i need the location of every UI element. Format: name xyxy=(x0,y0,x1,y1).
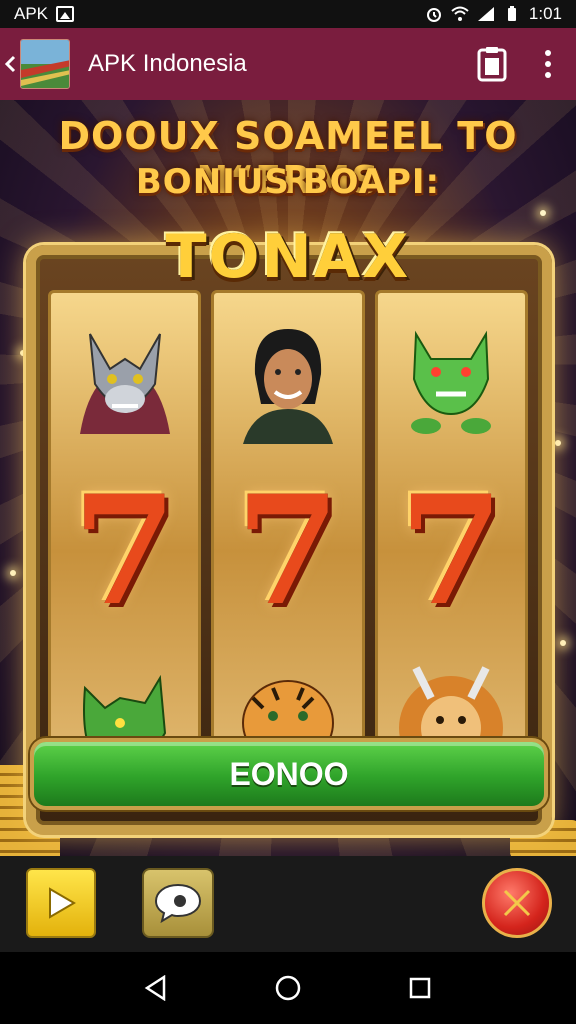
reel-2: 7 xyxy=(211,290,365,812)
play-icon xyxy=(49,887,76,919)
sparkle xyxy=(540,210,546,216)
status-right: 1:01 xyxy=(425,4,562,24)
seven-symbol-text: 7 xyxy=(72,463,177,639)
headline-line-2: BONIUS BOAPI: xyxy=(135,162,441,202)
close-button[interactable] xyxy=(482,868,552,938)
back-icon[interactable] xyxy=(0,28,20,100)
reel-1: 7 xyxy=(48,290,202,812)
system-nav-bar xyxy=(0,952,576,1024)
app-title: APK Indonesia xyxy=(88,50,247,77)
status-app-label: APK xyxy=(14,4,49,23)
nav-home-icon[interactable] xyxy=(270,970,306,1006)
reel-3: 7 xyxy=(374,290,528,812)
signal-icon xyxy=(477,7,494,21)
status-bar: APK 1:01 xyxy=(0,0,576,28)
sparkle xyxy=(560,640,566,646)
seven-symbol: 7 xyxy=(381,471,521,631)
nav-back-icon[interactable] xyxy=(138,970,174,1006)
sparkle xyxy=(10,570,16,576)
nav-recents-icon[interactable] xyxy=(402,970,438,1006)
wifi-icon xyxy=(451,6,469,21)
alarm-icon xyxy=(426,8,441,22)
more-icon[interactable] xyxy=(520,28,576,100)
wolf-icon xyxy=(55,299,195,459)
battery-icon xyxy=(507,6,516,21)
seven-symbol: 7 xyxy=(218,471,358,631)
seven-symbol-text: 7 xyxy=(399,463,504,639)
clipboard-icon[interactable] xyxy=(464,28,520,100)
app-bar: APK Indonesia xyxy=(0,28,576,100)
green-creature-icon xyxy=(381,299,521,459)
play-button[interactable] xyxy=(26,868,96,938)
chat-icon xyxy=(154,883,202,924)
game-logo: TONAX xyxy=(165,222,411,292)
status-time: 1:01 xyxy=(528,4,562,23)
chat-button[interactable] xyxy=(142,868,214,938)
sparkle xyxy=(555,440,561,446)
seven-symbol: 7 xyxy=(55,471,195,631)
app-logo[interactable] xyxy=(20,39,70,89)
control-bar xyxy=(0,856,576,952)
game-area: DOOUX SOAMEEL TO N“ERMS BONIUS BOAPI: TO… xyxy=(0,100,576,856)
seven-symbol-text: 7 xyxy=(235,463,341,639)
status-left: APK xyxy=(14,4,75,24)
spin-button[interactable]: EONOO xyxy=(30,738,548,810)
close-icon xyxy=(503,889,531,917)
slot-reels: 7 7 7 xyxy=(48,290,528,812)
man-portrait-icon xyxy=(218,299,358,459)
image-icon xyxy=(56,6,75,22)
